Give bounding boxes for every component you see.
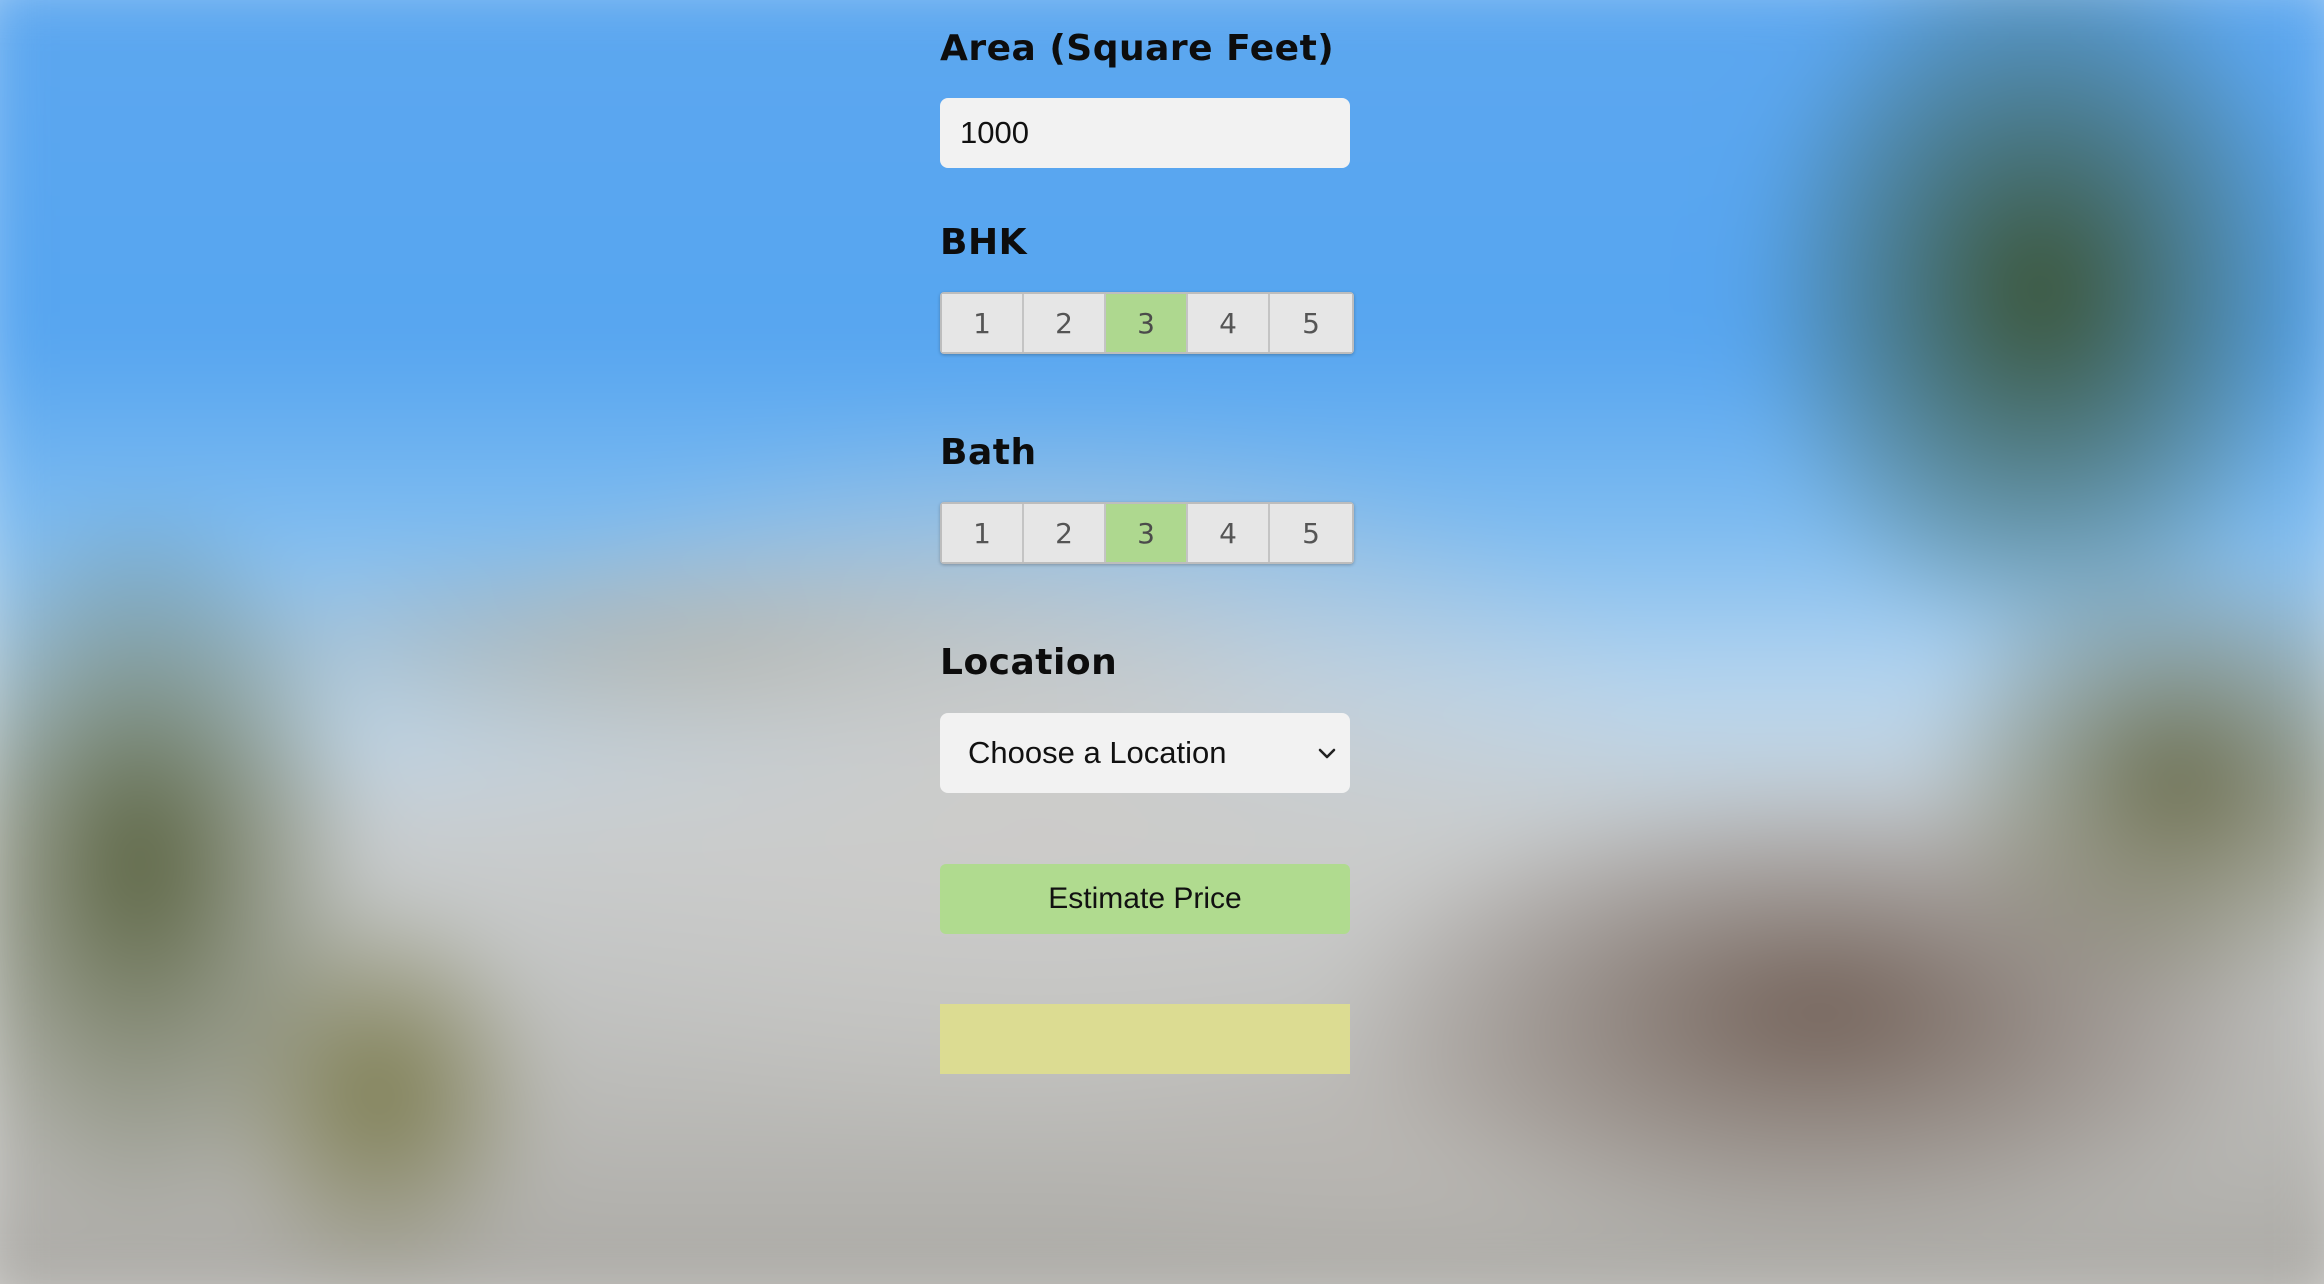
bhk-option-3[interactable]: 3 — [1106, 294, 1188, 352]
location-select[interactable]: Choose a Location — [940, 713, 1350, 793]
bhk-option-1[interactable]: 1 — [942, 294, 1024, 352]
bhk-options: 1 2 3 4 5 — [940, 292, 1354, 354]
bath-option-3[interactable]: 3 — [1106, 504, 1188, 562]
bath-option-5[interactable]: 5 — [1270, 504, 1352, 562]
bhk-option-4[interactable]: 4 — [1188, 294, 1270, 352]
bhk-label: BHK — [940, 222, 1027, 263]
bhk-option-2[interactable]: 2 — [1024, 294, 1106, 352]
bath-option-4[interactable]: 4 — [1188, 504, 1270, 562]
area-label: Area (Square Feet) — [940, 28, 1335, 69]
bath-label: Bath — [940, 432, 1037, 473]
chevron-down-icon — [1316, 742, 1338, 764]
area-input[interactable] — [940, 98, 1350, 168]
bath-options: 1 2 3 4 5 — [940, 502, 1354, 564]
bath-option-2[interactable]: 2 — [1024, 504, 1106, 562]
bhk-option-5[interactable]: 5 — [1270, 294, 1352, 352]
background-photo — [0, 0, 2324, 1284]
bath-option-1[interactable]: 1 — [942, 504, 1024, 562]
location-selected-value: Choose a Location — [968, 735, 1227, 770]
estimate-price-button[interactable]: Estimate Price — [940, 864, 1350, 934]
location-label: Location — [940, 642, 1118, 683]
estimated-price-output — [940, 1004, 1350, 1074]
